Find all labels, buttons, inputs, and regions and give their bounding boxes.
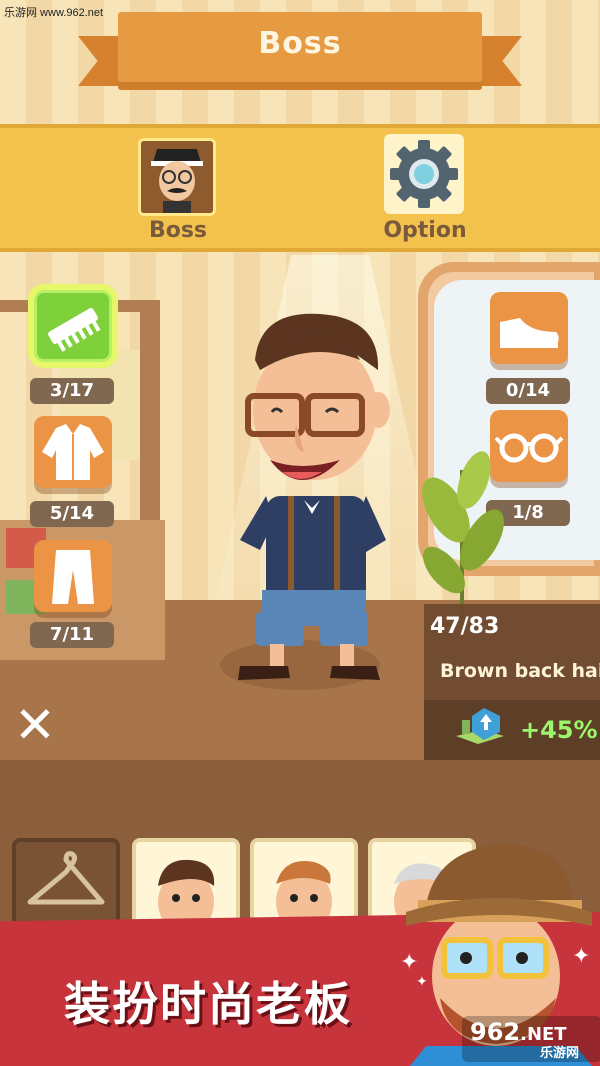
- collection-progress: 47/83: [430, 614, 500, 639]
- hair-count: 3/17: [30, 378, 114, 404]
- bonus-upgrade-icon: [456, 708, 504, 744]
- category-shoes-button[interactable]: [490, 292, 568, 364]
- hair-option-1[interactable]: [132, 838, 240, 928]
- boss-avatar-icon: [141, 141, 213, 213]
- boss-character: [238, 313, 390, 680]
- category-hair-button[interactable]: [34, 290, 112, 362]
- jacket-icon: [42, 424, 104, 480]
- shoes-count: 0/14: [486, 378, 570, 404]
- promo-text: 装扮时尚老板: [64, 977, 352, 1031]
- gear-icon: [390, 140, 458, 208]
- tab-boss[interactable]: [138, 138, 216, 216]
- comb-icon: [48, 308, 101, 352]
- watermark-text: 乐游网 www.962.net: [4, 7, 104, 19]
- hair-option-2[interactable]: [250, 838, 358, 928]
- hair-preview-1: [158, 859, 215, 924]
- shoe-icon: [500, 318, 559, 348]
- tab-option-label: Option: [383, 218, 467, 243]
- item-name: Brown back hair: [440, 660, 600, 682]
- category-pants-button[interactable]: [34, 540, 112, 612]
- bonus-percent: +45%: [520, 716, 598, 744]
- hanger-slot[interactable]: [12, 838, 120, 928]
- hair-preview-2: [276, 860, 332, 924]
- page-title: Boss: [258, 26, 342, 61]
- tab-option[interactable]: [384, 134, 464, 214]
- hanger-icon: [27, 851, 105, 905]
- pants-count: 7/11: [30, 622, 114, 648]
- top-menu-bar: [0, 124, 600, 252]
- category-top-button[interactable]: [34, 416, 112, 488]
- plant-decoration: [422, 451, 504, 630]
- tab-boss-label: Boss: [148, 218, 208, 243]
- pants-icon: [52, 550, 94, 604]
- logo-number-text: 962: [470, 1018, 521, 1046]
- top-count: 5/14: [30, 501, 114, 527]
- logo-subtitle: 乐游网: [540, 1046, 580, 1061]
- close-icon[interactable]: ✕: [10, 700, 60, 750]
